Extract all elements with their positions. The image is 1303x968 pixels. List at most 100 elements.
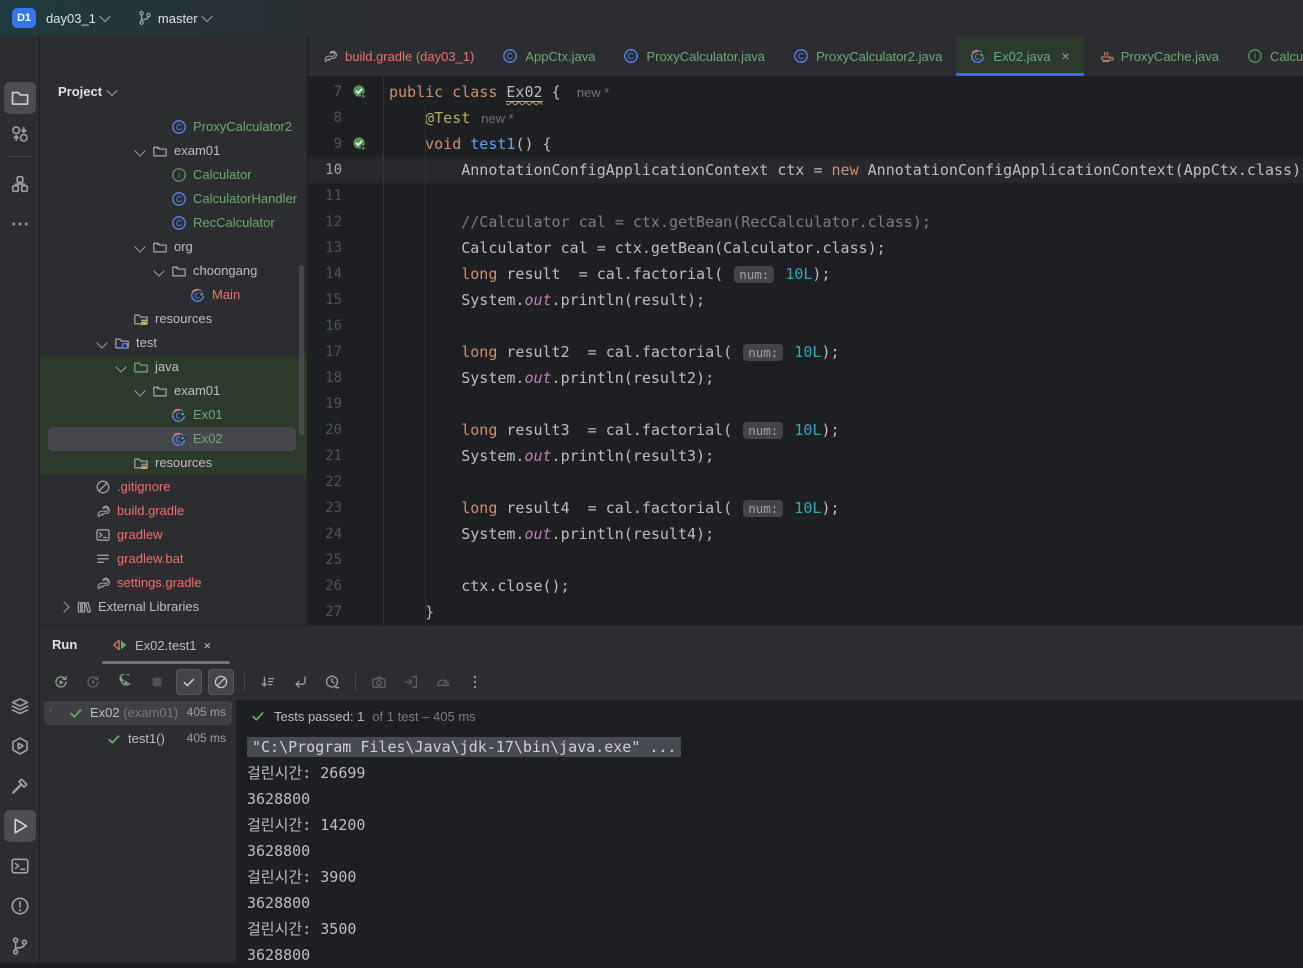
tree-item-java[interactable]: java xyxy=(40,355,307,379)
tree-item-gradlew-bat[interactable]: gradlew.bat xyxy=(40,547,307,571)
code-line-12[interactable]: 12 //Calculator cal = ctx.getBean(RecCal… xyxy=(308,209,1303,235)
code-line-11[interactable]: 11 xyxy=(308,183,1303,209)
branch-selector[interactable]: master xyxy=(137,10,213,26)
screenshot-button[interactable] xyxy=(366,669,392,695)
test-result-row[interactable]: test1() 405 ms xyxy=(40,726,236,752)
more-button[interactable] xyxy=(4,208,36,240)
code-line-26[interactable]: 26 ctx.close(); xyxy=(308,573,1303,599)
chevron-down-icon[interactable] xyxy=(115,361,127,373)
import-tests-button[interactable] xyxy=(398,669,424,695)
coverage-button[interactable] xyxy=(430,669,456,695)
test-results-tree: Ex02 (exam01) 405 ms test1() 405 ms xyxy=(40,700,237,964)
project-selector[interactable]: day03_1 xyxy=(46,11,111,26)
project-folder-button[interactable] xyxy=(4,82,36,114)
code-line-7[interactable]: 7 public class Ex02 { new * xyxy=(308,79,1303,105)
code-line-23[interactable]: 23 long result4 = cal.factorial( num: 10… xyxy=(308,495,1303,521)
show-ignored-button[interactable] xyxy=(208,669,234,695)
run-tab-ex02-test1[interactable]: Ex02.test1 × xyxy=(100,626,223,664)
code-line-25[interactable]: 25 xyxy=(308,547,1303,573)
editor-tab-proxycache-java[interactable]: ProxyCache.java xyxy=(1084,36,1233,76)
version-control-button[interactable] xyxy=(4,930,36,962)
commit-button[interactable] xyxy=(4,118,36,150)
structure-button[interactable] xyxy=(4,168,36,200)
tree-item-org[interactable]: org xyxy=(40,235,307,259)
code-line-9[interactable]: 9 void test1() { xyxy=(308,131,1303,157)
code-line-10[interactable]: 10 AnnotationConfigApplicationContext ct… xyxy=(308,157,1303,183)
project-panel-header[interactable]: Project xyxy=(58,84,118,99)
chevron-down-icon[interactable] xyxy=(134,385,146,397)
tree-item-reccalculator[interactable]: C RecCalculator xyxy=(40,211,307,235)
code-line-8[interactable]: 8 @Test new * xyxy=(308,105,1303,131)
tree-item-ex01[interactable]: C Ex01 xyxy=(40,403,307,427)
build-button[interactable] xyxy=(4,770,36,802)
tree-item-resources[interactable]: resources xyxy=(40,451,307,475)
test-pass-gutter-icon[interactable] xyxy=(352,136,368,152)
editor-tab-proxycalculator-java[interactable]: C ProxyCalculator.java xyxy=(609,36,779,76)
chevron-down-icon[interactable] xyxy=(153,265,165,277)
code-line-24[interactable]: 24 System.out.println(result4); xyxy=(308,521,1303,547)
more-vertical-button[interactable] xyxy=(462,669,488,695)
services-button[interactable] xyxy=(4,690,36,722)
tree-item-label: Ex01 xyxy=(193,407,223,422)
problems-button[interactable] xyxy=(4,890,36,922)
test-pass-gutter-icon[interactable] xyxy=(352,84,368,100)
run-configurations-button[interactable] xyxy=(4,730,36,762)
chevron-down-icon[interactable] xyxy=(134,145,146,157)
editor-tab-calculator-java[interactable]: I Calculator.java xyxy=(1233,36,1303,76)
run-tab-label: Ex02.test1 xyxy=(135,637,197,653)
close-icon[interactable]: × xyxy=(203,638,211,653)
tree-item-ex02[interactable]: C Ex02 xyxy=(40,427,307,451)
tree-item-choongang[interactable]: choongang xyxy=(40,259,307,283)
code-line-17[interactable]: 17 long result2 = cal.factorial( num: 10… xyxy=(308,339,1303,365)
tree-item-external-libraries[interactable]: External Libraries xyxy=(40,595,307,619)
history-button[interactable] xyxy=(319,669,345,695)
tree-item--gitignore[interactable]: .gitignore xyxy=(40,475,307,499)
code-line-20[interactable]: 20 long result3 = cal.factorial( num: 10… xyxy=(308,417,1303,443)
code-line-27[interactable]: 27 } xyxy=(308,599,1303,625)
tree-item-exam01[interactable]: exam01 xyxy=(40,139,307,163)
tree-item-proxycalculator2[interactable]: C ProxyCalculator2 xyxy=(40,115,307,139)
stop-button[interactable] xyxy=(144,669,170,695)
code-line-15[interactable]: 15 System.out.println(result); xyxy=(308,287,1303,313)
code-line-21[interactable]: 21 System.out.println(result3); xyxy=(308,443,1303,469)
code-line-18[interactable]: 18 System.out.println(result2); xyxy=(308,365,1303,391)
chevron-down-icon[interactable] xyxy=(96,337,108,349)
tree-item-resources[interactable]: resources xyxy=(40,307,307,331)
editor-tab-appctx-java[interactable]: C AppCtx.java xyxy=(488,36,609,76)
code-line-16[interactable]: 16 xyxy=(308,313,1303,339)
console-output-line: 3628800 xyxy=(247,946,311,964)
commit-icon xyxy=(10,124,30,144)
run-console[interactable]: Tests passed: 1 of 1 test – 405 ms "C:\P… xyxy=(237,700,1303,964)
editor-tab-build-gradle-day03-1-[interactable]: build.gradle (day03_1) xyxy=(308,36,488,76)
code-line-13[interactable]: 13 Calculator cal = ctx.getBean(Calculat… xyxy=(308,235,1303,261)
console-command-line: "C:\Program Files\Java\jdk-17\bin\java.e… xyxy=(247,734,1303,760)
tree-item-calculator[interactable]: I Calculator xyxy=(40,163,307,187)
code-line-14[interactable]: 14 long result = cal.factorial( num: 10L… xyxy=(308,261,1303,287)
terminal-button[interactable] xyxy=(4,850,36,882)
tree-item-gradlew[interactable]: gradlew xyxy=(40,523,307,547)
auto-test-button[interactable] xyxy=(112,669,138,695)
editor-tab-ex02-java[interactable]: C Ex02.java × xyxy=(956,36,1084,76)
tree-item-build-gradle[interactable]: build.gradle xyxy=(40,499,307,523)
tree-item-calculatorhandler[interactable]: C CalculatorHandler xyxy=(40,187,307,211)
project-tree-scrollbar[interactable] xyxy=(299,265,304,435)
rerun-failed-button[interactable] xyxy=(80,669,106,695)
show-passed-button[interactable] xyxy=(176,669,202,695)
test-result-row[interactable]: Ex02 (exam01) 405 ms xyxy=(40,700,236,726)
rerun-button[interactable] xyxy=(48,669,74,695)
run-button[interactable] xyxy=(4,810,36,842)
tree-item-settings-gradle[interactable]: settings.gradle xyxy=(40,571,307,595)
navigate-button[interactable] xyxy=(287,669,313,695)
chevron-down-icon[interactable] xyxy=(134,241,146,253)
sort-button[interactable] xyxy=(255,669,281,695)
tree-item-exam01[interactable]: exam01 xyxy=(40,379,307,403)
close-icon[interactable]: × xyxy=(1062,48,1070,64)
code-text: long result3 = cal.factorial( num: 10L); xyxy=(461,421,840,439)
code-line-22[interactable]: 22 xyxy=(308,469,1303,495)
tree-item-main[interactable]: C Main xyxy=(40,283,307,307)
chevron-right-icon[interactable] xyxy=(58,601,70,613)
tree-item-test[interactable]: test xyxy=(40,331,307,355)
code-line-19[interactable]: 19 xyxy=(308,391,1303,417)
editor-tab-proxycalculator2-java[interactable]: C ProxyCalculator2.java xyxy=(779,36,956,76)
code-editor[interactable]: 7 public class Ex02 { new * 8 @Test new * 9… xyxy=(308,76,1303,637)
